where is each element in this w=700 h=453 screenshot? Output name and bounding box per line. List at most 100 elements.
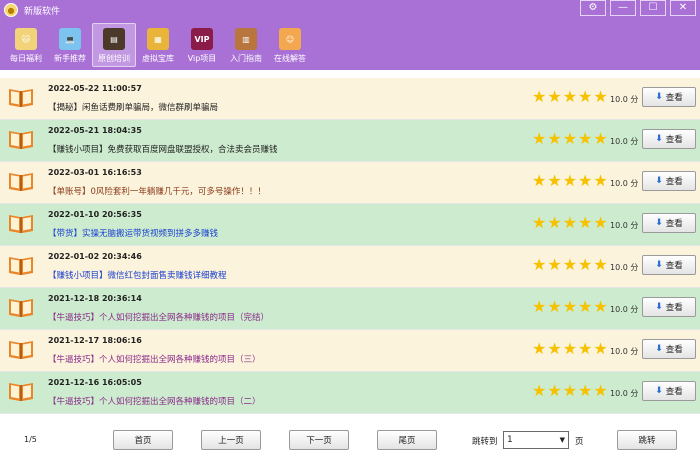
star-icon: ★ — [532, 255, 547, 274]
rating-stars: ★ ★ ★ ★ ★ — [532, 383, 608, 399]
last-page-button[interactable]: 尾页 — [377, 430, 437, 450]
list-item[interactable]: 2022-01-10 20:56:35 【带货】实操无脑搬运带货视频到拼多多赚钱 ★… — [0, 204, 700, 246]
item-score: 10.0 分 — [610, 389, 639, 398]
jump-button[interactable]: 跳转 — [617, 430, 677, 450]
star-icon: ★ — [547, 381, 562, 400]
item-tag: 【单账号】 — [48, 187, 91, 197]
rating-stars: ★ ★ ★ ★ ★ — [532, 299, 608, 315]
toolbar-item[interactable]: 🐱 每日福利 — [4, 23, 48, 67]
list-item[interactable]: 2022-05-21 18:04:35 【赚钱小项目】免费获取百度网盘联盟授权，合… — [0, 120, 700, 162]
rating-stars: ★ ★ ★ ★ ★ — [532, 89, 608, 105]
view-button[interactable]: ⬇ 查看 — [642, 297, 696, 317]
page-select[interactable]: 1 ▼ — [503, 431, 569, 449]
toolbar-item[interactable]: 💻 新手推荐 — [48, 23, 92, 67]
skin-icon[interactable]: ⚙ — [580, 0, 606, 16]
star-icon: ★ — [578, 255, 593, 274]
star-icon: ★ — [578, 213, 593, 232]
book-icon — [8, 86, 34, 108]
minimize-icon[interactable]: — — [610, 0, 636, 16]
item-score: 10.0 分 — [610, 137, 639, 146]
view-button[interactable]: ⬇ 查看 — [642, 171, 696, 191]
maximize-icon[interactable]: ☐ — [640, 0, 666, 16]
toolbar-item[interactable]: VIP Vip项目 — [180, 23, 224, 67]
list-item[interactable]: 2021-12-16 16:05:05 【牛逼技巧】个人如何挖掘出全网各种赚钱的项… — [0, 372, 700, 414]
item-tag: 【牛逼技巧】 — [48, 397, 100, 407]
prev-page-button[interactable]: 上一页 — [201, 430, 261, 450]
view-button-label: 查看 — [665, 387, 683, 397]
item-tag: 【牛逼技巧】 — [48, 313, 100, 323]
toolbar-item-label: 虚拟宝库 — [142, 54, 174, 63]
view-button-label: 查看 — [665, 261, 683, 271]
view-button-label: 查看 — [665, 93, 683, 103]
star-icon: ★ — [547, 255, 562, 274]
guide-book-icon: ▥ — [235, 28, 257, 50]
view-button[interactable]: ⬇ 查看 — [642, 381, 696, 401]
item-tag: 【赚钱小项目】 — [48, 271, 108, 281]
toolbar-item[interactable]: ▤ 原创培训 — [92, 23, 136, 67]
view-button[interactable]: ⬇ 查看 — [642, 213, 696, 233]
view-button[interactable]: ⬇ 查看 — [642, 129, 696, 149]
star-icon: ★ — [562, 339, 578, 358]
item-title-line[interactable]: 【赚钱小项目】免费获取百度网盘联盟授权，合法卖会员赚钱 — [48, 143, 278, 155]
item-title: 0风险套利一年躺赚几千元，可多号操作！！！ — [90, 187, 266, 197]
star-icon: ★ — [532, 381, 547, 400]
toolbar-item-label: Vip项目 — [187, 54, 217, 63]
item-score: 10.0 分 — [610, 95, 639, 104]
rating-stars: ★ ★ ★ ★ ★ — [532, 173, 608, 189]
toolbar-item[interactable]: ▥ 入门指南 — [224, 23, 268, 67]
book-icon — [8, 296, 34, 318]
star-icon: ★ — [562, 381, 578, 400]
star-icon: ★ — [547, 171, 562, 190]
item-date: 2022-01-02 20:34:46 — [48, 252, 142, 261]
view-button-label: 查看 — [665, 303, 683, 313]
download-arrow-icon: ⬇ — [655, 344, 663, 354]
toolbar-item[interactable]: ☺ 在线解答 — [268, 23, 312, 67]
star-icon: ★ — [532, 87, 547, 106]
list-item[interactable]: 2022-05-22 11:00:57 【揭秘】闲鱼话费刷单骗局，微信群刷单骗局 ★… — [0, 78, 700, 120]
star-icon: ★ — [593, 339, 608, 358]
article-list: 2022-05-22 11:00:57 【揭秘】闲鱼话费刷单骗局，微信群刷单骗局 ★… — [0, 78, 700, 420]
toolbar-item-label: 在线解答 — [274, 54, 306, 63]
rating-stars: ★ ★ ★ ★ ★ — [532, 215, 608, 231]
view-button-label: 查看 — [665, 135, 683, 145]
toolbar-item-label: 每日福利 — [10, 54, 42, 63]
item-tag: 【带货】 — [48, 229, 83, 239]
star-icon: ★ — [593, 171, 608, 190]
list-item[interactable]: 2021-12-17 18:06:16 【牛逼技巧】个人如何挖掘出全网各种赚钱的项… — [0, 330, 700, 372]
star-icon: ★ — [562, 129, 578, 148]
list-item[interactable]: 2022-01-02 20:34:46 【赚钱小项目】微信红包封面售卖赚钱详细教程… — [0, 246, 700, 288]
toolbar-item[interactable]: ▦ 虚拟宝库 — [136, 23, 180, 67]
view-button-label: 查看 — [665, 219, 683, 229]
star-icon: ★ — [532, 297, 547, 316]
page-indicator: 1/5 — [24, 435, 37, 444]
item-tag: 【揭秘】 — [48, 103, 83, 113]
item-title-line[interactable]: 【单账号】0风险套利一年躺赚几千元，可多号操作！！！ — [48, 185, 266, 197]
rating-stars: ★ ★ ★ ★ ★ — [532, 341, 608, 357]
item-title-line[interactable]: 【牛逼技巧】个人如何挖掘出全网各种赚钱的项目（完结） — [48, 311, 269, 323]
item-tag: 【牛逼技巧】 — [48, 355, 100, 365]
lucky-cat-icon: 🐱 — [15, 28, 37, 50]
next-page-button[interactable]: 下一页 — [289, 430, 349, 450]
item-title-line[interactable]: 【带货】实操无脑搬运带货视频到拼多多赚钱 — [48, 227, 218, 239]
item-title-line[interactable]: 【赚钱小项目】微信红包封面售卖赚钱详细教程 — [48, 269, 227, 281]
star-icon: ★ — [578, 297, 593, 316]
list-item[interactable]: 2021-12-18 20:36:14 【牛逼技巧】个人如何挖掘出全网各种赚钱的项… — [0, 288, 700, 330]
star-icon: ★ — [593, 381, 608, 400]
item-title-line[interactable]: 【牛逼技巧】个人如何挖掘出全网各种赚钱的项目（二） — [48, 395, 261, 407]
treasure-icon: ▦ — [147, 28, 169, 50]
star-icon: ★ — [547, 129, 562, 148]
item-date: 2022-05-22 11:00:57 — [48, 84, 142, 93]
book-icon — [8, 212, 34, 234]
view-button[interactable]: ⬇ 查看 — [642, 339, 696, 359]
item-title-line[interactable]: 【揭秘】闲鱼话费刷单骗局，微信群刷单骗局 — [48, 101, 218, 113]
view-button[interactable]: ⬇ 查看 — [642, 87, 696, 107]
item-date: 2021-12-16 16:05:05 — [48, 378, 142, 387]
first-page-button[interactable]: 首页 — [113, 430, 173, 450]
list-item[interactable]: 2022-03-01 16:16:53 【单账号】0风险套利一年躺赚几千元，可多号… — [0, 162, 700, 204]
close-icon[interactable]: ✕ — [670, 0, 696, 16]
view-button[interactable]: ⬇ 查看 — [642, 255, 696, 275]
toolbar-item-label: 新手推荐 — [54, 54, 86, 63]
item-title-line[interactable]: 【牛逼技巧】个人如何挖掘出全网各种赚钱的项目（三） — [48, 353, 261, 365]
download-arrow-icon: ⬇ — [655, 218, 663, 228]
item-title: 闲鱼话费刷单骗局，微信群刷单骗局 — [82, 103, 219, 113]
